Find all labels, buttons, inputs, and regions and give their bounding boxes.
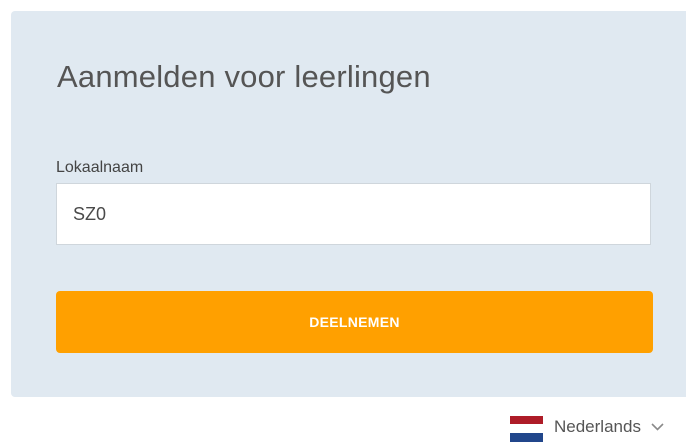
join-button[interactable]: DEELNEMEN [56, 291, 653, 353]
room-name-input[interactable] [56, 183, 651, 245]
student-login-card: Aanmelden voor leerlingen Lokaalnaam DEE… [11, 11, 686, 397]
room-name-label: Lokaalnaam [56, 159, 144, 176]
page-title: Aanmelden voor leerlingen [57, 59, 431, 94]
language-selector[interactable]: Nederlands [510, 414, 664, 442]
chevron-down-icon [651, 423, 664, 431]
language-label: Nederlands [554, 417, 641, 436]
netherlands-flag-icon [510, 416, 543, 442]
